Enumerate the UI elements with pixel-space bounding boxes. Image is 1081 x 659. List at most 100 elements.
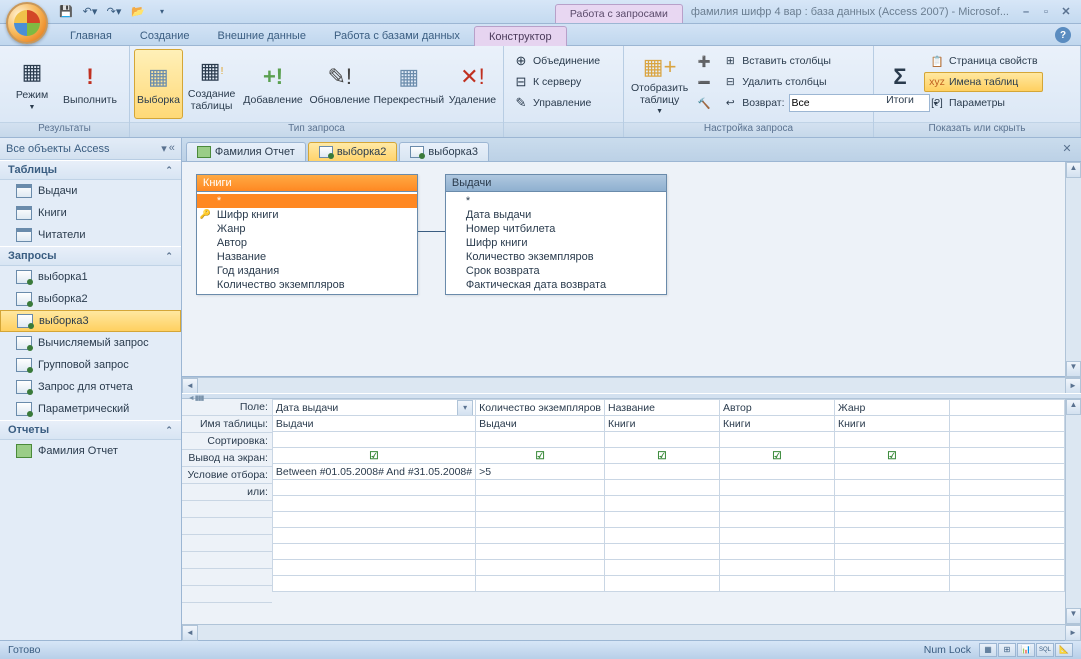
totals-button[interactable]: ΣИтоги (878, 49, 922, 119)
grid-cell[interactable] (476, 480, 605, 496)
grid-cell[interactable] (720, 512, 835, 528)
grid-cell[interactable]: ☑ (605, 448, 720, 464)
grid-cell[interactable] (272, 576, 475, 592)
close-button[interactable]: ✕ (1057, 4, 1075, 20)
union-button[interactable]: ⊕Объединение (508, 51, 605, 71)
crosstab-button[interactable]: ▦Перекрестный (374, 49, 444, 119)
nav-group-header[interactable]: Отчеты⌃ (0, 420, 181, 440)
hscroll-grid[interactable]: ◄► (182, 624, 1081, 640)
grid-cell[interactable]: Выдачи (272, 416, 475, 432)
ribbon-tab-4[interactable]: Конструктор (474, 26, 567, 46)
grid-cell[interactable] (720, 480, 835, 496)
pane-splitter[interactable] (182, 393, 1081, 399)
pivot-view-button[interactable]: ⊞ (998, 643, 1016, 657)
grid-cell[interactable] (950, 496, 1065, 512)
grid-cell[interactable] (605, 528, 720, 544)
minimize-button[interactable]: – (1017, 4, 1035, 20)
join-line[interactable] (418, 231, 445, 232)
grid-cell[interactable]: Жанр (835, 400, 950, 416)
grid-cell[interactable] (272, 560, 475, 576)
field-item[interactable]: Фактическая дата возврата (446, 278, 666, 292)
nav-pane-header[interactable]: Все объекты Access ▾« (0, 138, 181, 160)
delete-rows-button[interactable]: ➖ (693, 72, 715, 92)
vscroll-grid[interactable]: ▲▼ (1065, 399, 1081, 624)
nav-group-header[interactable]: Запросы⌃ (0, 246, 181, 266)
update-button[interactable]: ✎!Обновление (308, 49, 372, 119)
nav-item[interactable]: Запрос для отчета (0, 376, 181, 398)
grid-cell[interactable] (605, 560, 720, 576)
nav-collapse-icon[interactable]: « (169, 142, 175, 155)
grid-cell[interactable] (835, 512, 950, 528)
field-list-title[interactable]: Книги (197, 175, 417, 192)
nav-item[interactable]: Параметрический (0, 398, 181, 420)
grid-cell[interactable] (272, 544, 475, 560)
nav-group-header[interactable]: Таблицы⌃ (0, 160, 181, 180)
vscroll-diagram[interactable]: ▲▼ (1065, 162, 1081, 377)
grid-cell[interactable]: Автор (720, 400, 835, 416)
grid-cell[interactable] (272, 432, 475, 448)
grid-cell[interactable] (720, 576, 835, 592)
insert-rows-button[interactable]: ➕ (693, 51, 715, 71)
grid-cell[interactable]: Книги (720, 416, 835, 432)
grid-cell[interactable] (605, 464, 720, 480)
grid-cell[interactable] (835, 480, 950, 496)
ribbon-tab-2[interactable]: Внешние данные (204, 26, 320, 45)
grid-cell[interactable]: Выдачи (476, 416, 605, 432)
grid-cell[interactable] (950, 480, 1065, 496)
view-mode-button[interactable]: ▦Режим▼ (4, 49, 60, 119)
table-names-button[interactable]: xyzИмена таблиц (924, 72, 1043, 92)
restore-button[interactable]: ▫ (1037, 4, 1055, 20)
ribbon-tab-1[interactable]: Создание (126, 26, 204, 45)
grid-cell[interactable] (272, 496, 475, 512)
ribbon-tab-3[interactable]: Работа с базами данных (320, 26, 474, 45)
nav-item[interactable]: Читатели (0, 224, 181, 246)
grid-cell[interactable] (835, 576, 950, 592)
make-table-button[interactable]: ▦!Создание таблицы (185, 49, 238, 119)
grid-cell[interactable] (605, 496, 720, 512)
field-item[interactable]: * (197, 194, 417, 208)
grid-cell[interactable] (720, 544, 835, 560)
property-sheet-button[interactable]: 📋Страница свойств (924, 51, 1043, 71)
grid-cell[interactable] (605, 432, 720, 448)
save-icon[interactable]: 💾 (56, 2, 76, 22)
help-icon[interactable]: ? (1055, 27, 1071, 43)
close-tab-button[interactable]: ✕ (1059, 142, 1075, 158)
grid-cell[interactable] (476, 576, 605, 592)
grid-cell[interactable] (835, 560, 950, 576)
datadef-button[interactable]: ✎Управление (508, 93, 605, 113)
field-list-title[interactable]: Выдачи (446, 175, 666, 192)
field-item[interactable]: Номер читбилета (446, 222, 666, 236)
field-item[interactable]: * (446, 194, 666, 208)
grid-cell[interactable] (272, 528, 475, 544)
grid-cell[interactable] (950, 544, 1065, 560)
nav-item[interactable]: Фамилия Отчет (0, 440, 181, 462)
grid-cell[interactable] (720, 560, 835, 576)
grid-cell[interactable] (605, 576, 720, 592)
nav-item[interactable]: Групповой запрос (0, 354, 181, 376)
office-button[interactable] (6, 2, 48, 44)
grid-cell[interactable]: Книги (835, 416, 950, 432)
sql-view-button[interactable]: SQL (1036, 643, 1054, 657)
qat-customize-icon[interactable]: ▾ (152, 2, 172, 22)
grid-cell[interactable] (835, 544, 950, 560)
grid-cell[interactable]: ☑ (720, 448, 835, 464)
passthrough-button[interactable]: ⊟К серверу (508, 72, 605, 92)
grid-cell[interactable] (720, 496, 835, 512)
grid-cell[interactable] (950, 560, 1065, 576)
nav-item[interactable]: выборка2 (0, 288, 181, 310)
redo-icon[interactable]: ↷▾ (104, 2, 124, 22)
grid-cell[interactable] (476, 544, 605, 560)
grid-cell[interactable] (950, 432, 1065, 448)
grid-cell[interactable] (476, 528, 605, 544)
builder-button[interactable]: 🔨 (693, 93, 715, 113)
nav-item[interactable]: выборка1 (0, 266, 181, 288)
field-item[interactable]: Шифр книги (197, 208, 417, 222)
hscroll-diagram[interactable]: ◄► (182, 377, 1081, 393)
show-table-button[interactable]: ▦+Отобразить таблицу▼ (628, 49, 691, 119)
grid-cell[interactable] (950, 416, 1065, 432)
field-item[interactable]: Количество экземпляров (446, 250, 666, 264)
doc-tab[interactable]: выборка2 (308, 142, 398, 161)
grid-cell[interactable] (720, 432, 835, 448)
grid-cell[interactable] (605, 512, 720, 528)
grid-cell[interactable]: ☑ (835, 448, 950, 464)
